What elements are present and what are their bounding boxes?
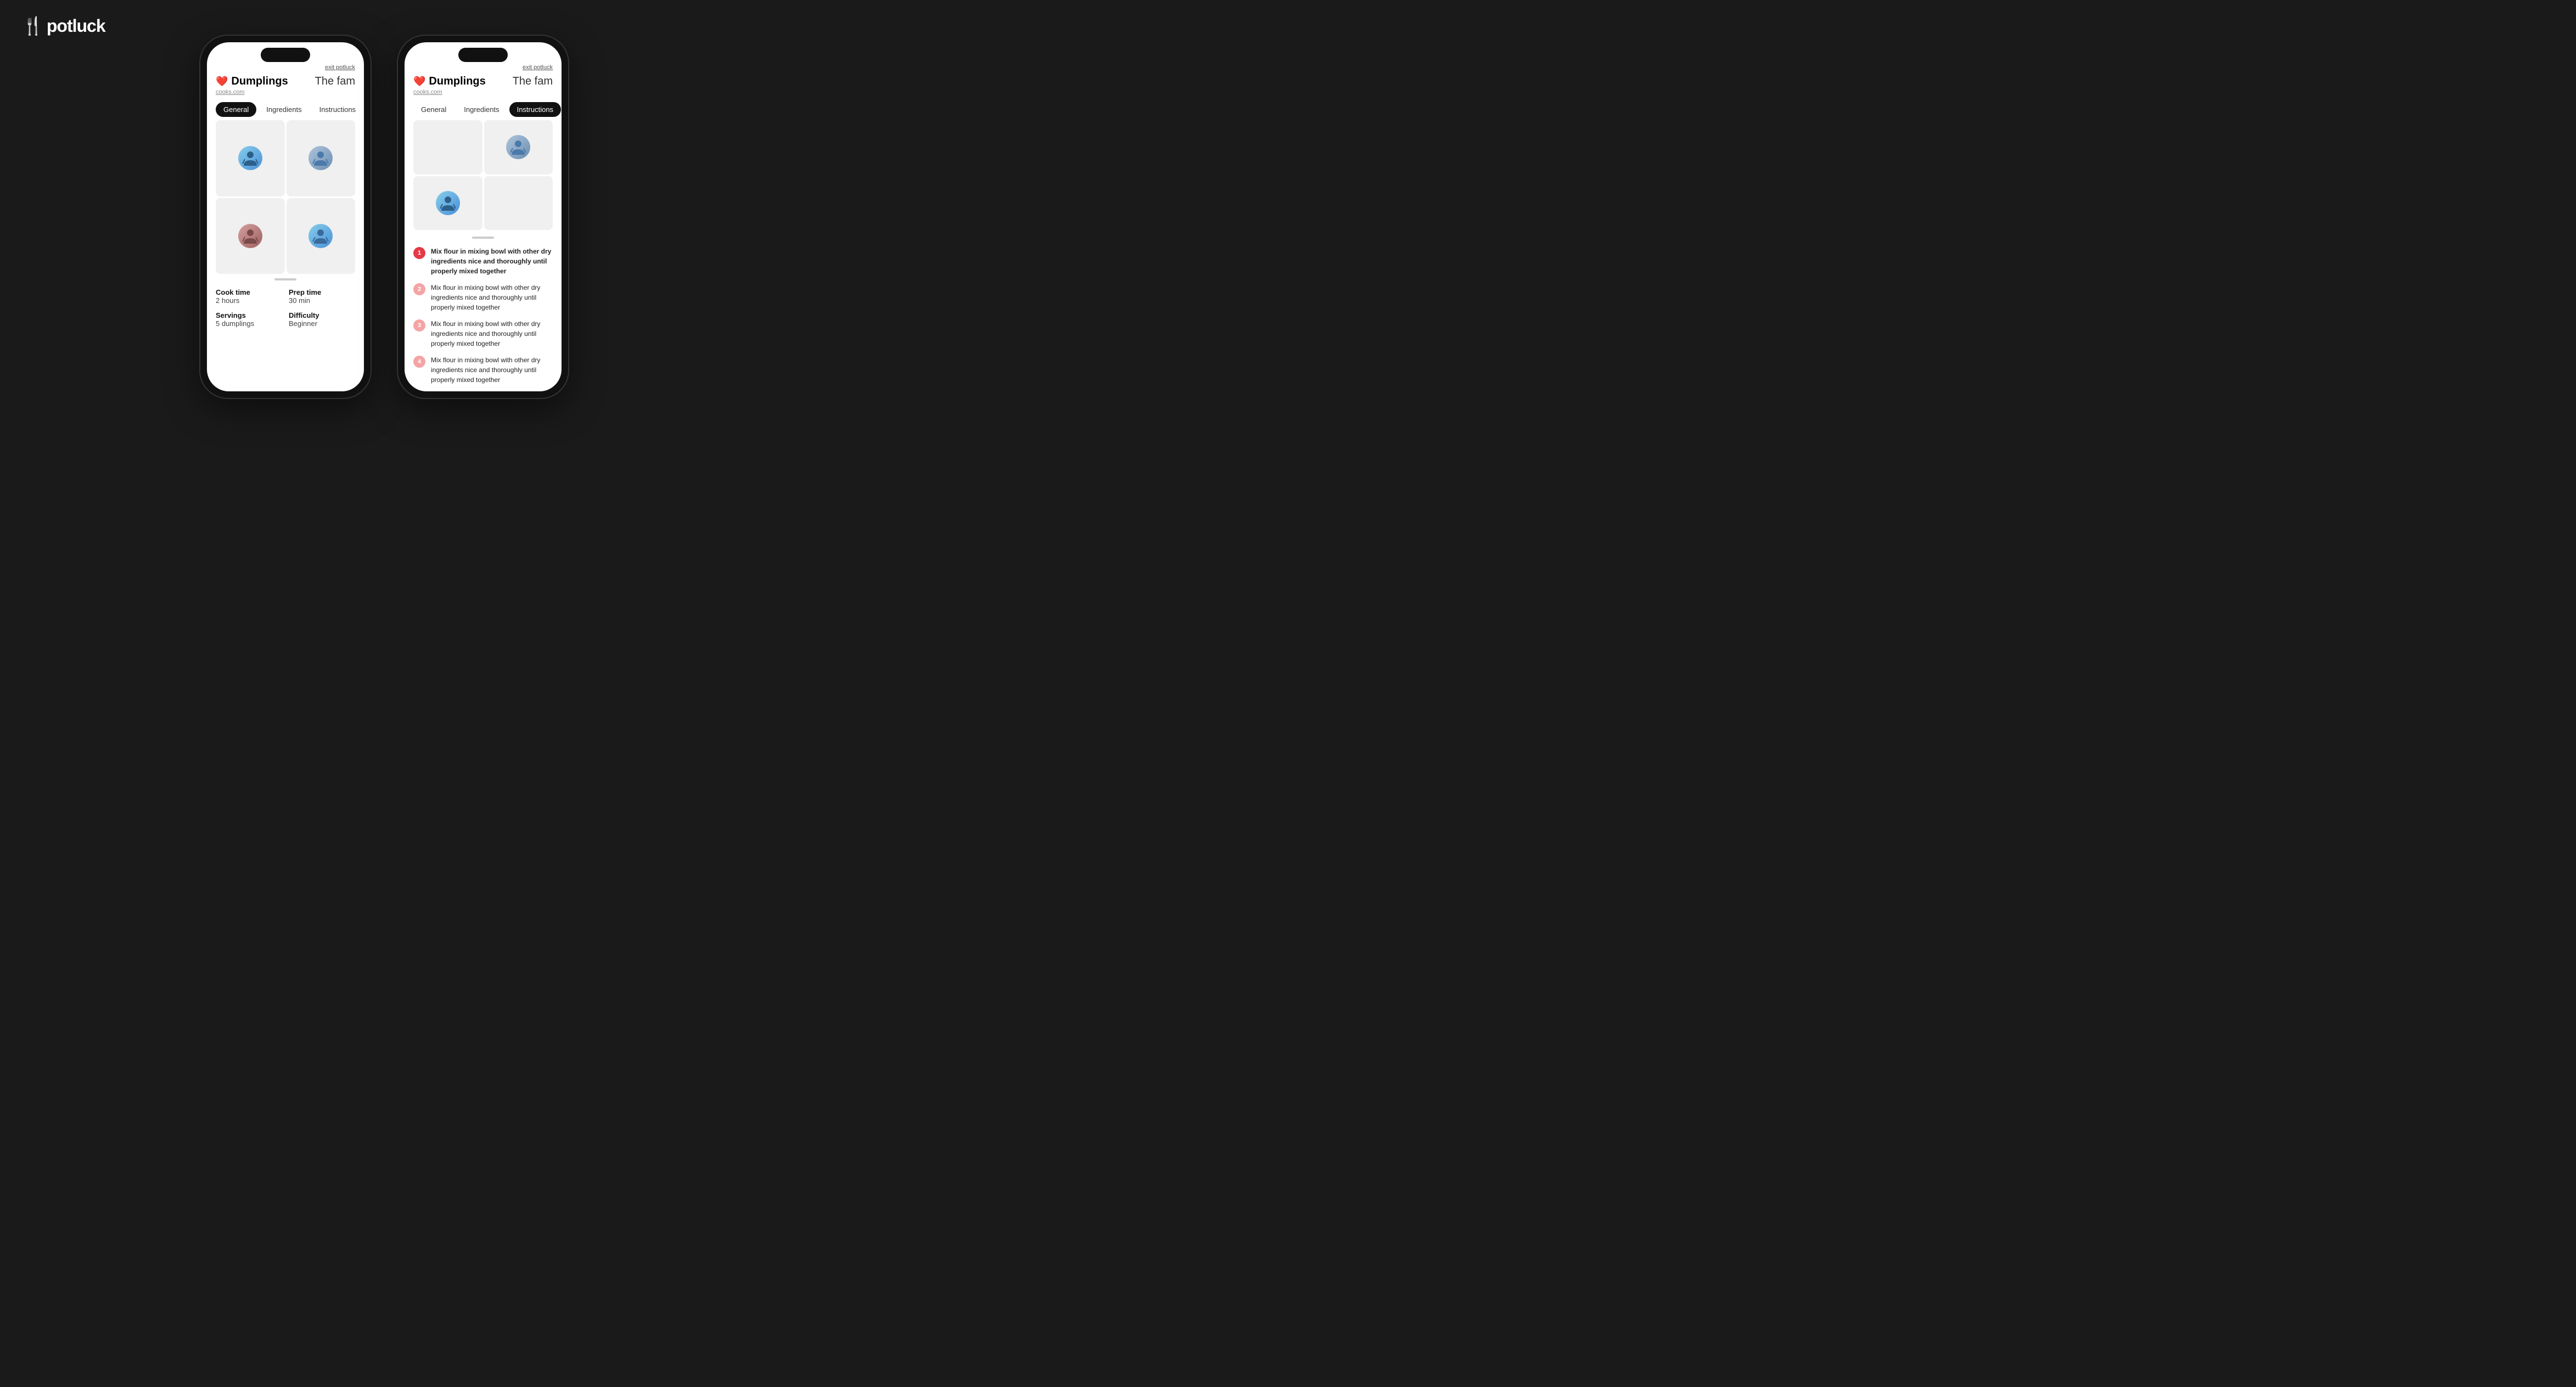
avatar-1-3 <box>238 224 262 248</box>
cook-time-label: Cook time <box>216 288 282 296</box>
step-text-2: Mix flour in mixing bowl with other dry … <box>431 283 553 312</box>
step-number-3: 3 <box>413 319 425 332</box>
tab-general-1[interactable]: General <box>216 102 256 117</box>
phone-1: exit potluck ❤️ Dumplings cooks.com The … <box>200 36 371 398</box>
cook-time-value: 2 hours <box>216 296 282 305</box>
photo-cell-2-2 <box>484 120 553 175</box>
phone-2-header: ❤️ Dumplings cooks.com The fam <box>405 71 562 99</box>
photo-cell-2-4 <box>484 176 553 231</box>
photo-cell-1-2 <box>287 120 356 196</box>
step-text-4: Mix flour in mixing bowl with other dry … <box>431 355 553 385</box>
dynamic-island-1 <box>261 48 310 62</box>
photo-cell-1-4 <box>287 198 356 274</box>
phone-1-content: Cook time 2 hours Prep time 30 min Servi… <box>207 120 364 391</box>
tab-instructions-2[interactable]: Instructions <box>509 102 561 117</box>
exit-potluck-1[interactable]: exit potluck <box>207 62 364 71</box>
source-link-1[interactable]: cooks.com <box>216 89 288 96</box>
servings-value: 5 dumplings <box>216 319 282 328</box>
difficulty-item: Difficulty Beginner <box>289 311 355 328</box>
exit-potluck-2[interactable]: exit potluck <box>405 62 562 71</box>
step-number-1: 1 <box>413 247 425 259</box>
recipe-name-1: Dumplings <box>231 75 288 88</box>
step-number-4: 4 <box>413 356 425 368</box>
recipe-title-1: ❤️ Dumplings <box>216 75 288 88</box>
photo-cell-1-1 <box>216 120 285 196</box>
scroll-indicator-1 <box>207 274 364 283</box>
scroll-pill-2 <box>472 237 494 239</box>
tab-instructions-1[interactable]: Instructions <box>312 102 363 117</box>
step-number-2: 2 <box>413 283 425 295</box>
instruction-item-4: 4 Mix flour in mixing bowl with other dr… <box>413 355 553 385</box>
recipe-title-2: ❤️ Dumplings <box>413 75 486 88</box>
logo-text: potluck <box>47 16 105 36</box>
instruction-item-3: 3 Mix flour in mixing bowl with other dr… <box>413 319 553 349</box>
prep-time-value: 30 min <box>289 296 355 305</box>
phone-1-screen: exit potluck ❤️ Dumplings cooks.com The … <box>207 42 364 391</box>
step-text-3: Mix flour in mixing bowl with other dry … <box>431 319 553 349</box>
avatar-1-4 <box>308 224 333 248</box>
source-link-2[interactable]: cooks.com <box>413 89 486 96</box>
dynamic-island-2 <box>458 48 508 62</box>
servings-label: Servings <box>216 311 282 319</box>
logo-icon: 🍴 <box>22 15 43 36</box>
avatar-2-2 <box>506 135 530 159</box>
instruction-item-1: 1 Mix flour in mixing bowl with other dr… <box>413 246 553 276</box>
photo-grid-2 <box>405 120 562 230</box>
heart-icon-1: ❤️ <box>216 76 228 87</box>
tab-bar-1: General Ingredients Instructions <box>207 99 364 120</box>
general-info: Cook time 2 hours Prep time 30 min Servi… <box>207 283 364 333</box>
avatar-1-2 <box>308 146 333 170</box>
phone-2: exit potluck ❤️ Dumplings cooks.com The … <box>398 36 568 398</box>
instructions-list: 1 Mix flour in mixing bowl with other dr… <box>405 241 562 391</box>
step-text-1: Mix flour in mixing bowl with other dry … <box>431 246 553 276</box>
instruction-item-2: 2 Mix flour in mixing bowl with other dr… <box>413 283 553 312</box>
avatar-2-3 <box>436 191 460 215</box>
group-name-2: The fam <box>513 75 553 88</box>
servings-item: Servings 5 dumplings <box>216 311 282 328</box>
group-name-1: The fam <box>315 75 355 88</box>
recipe-name-2: Dumplings <box>429 75 485 88</box>
cook-time-item: Cook time 2 hours <box>216 288 282 305</box>
prep-time-item: Prep time 30 min <box>289 288 355 305</box>
difficulty-value: Beginner <box>289 319 355 328</box>
heart-icon-2: ❤️ <box>413 76 425 87</box>
tab-bar-2: General Ingredients Instructions <box>405 99 562 120</box>
photo-cell-2-1 <box>413 120 482 175</box>
tab-ingredients-2[interactable]: Ingredients <box>456 102 507 117</box>
avatar-1-1 <box>238 146 262 170</box>
prep-time-label: Prep time <box>289 288 355 296</box>
difficulty-label: Difficulty <box>289 311 355 319</box>
photo-grid-1 <box>207 120 364 274</box>
photo-cell-2-3 <box>413 176 482 231</box>
app-logo: 🍴 potluck <box>22 15 105 36</box>
tab-ingredients-1[interactable]: Ingredients <box>259 102 309 117</box>
photo-cell-1-3 <box>216 198 285 274</box>
phone-1-header: ❤️ Dumplings cooks.com The fam <box>207 71 364 99</box>
tab-general-2[interactable]: General <box>413 102 454 117</box>
phone-2-screen: exit potluck ❤️ Dumplings cooks.com The … <box>405 42 562 391</box>
scroll-pill-1 <box>274 278 296 280</box>
scroll-indicator-2 <box>405 232 562 241</box>
phone-2-content: 1 Mix flour in mixing bowl with other dr… <box>405 120 562 391</box>
